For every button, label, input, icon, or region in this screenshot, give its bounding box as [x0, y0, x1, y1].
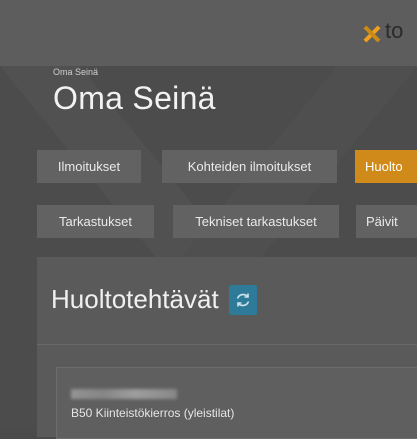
- card-title: Huoltotehtävät: [51, 284, 219, 314]
- top-header: to: [0, 0, 417, 66]
- page-title: Oma Seinä: [53, 80, 216, 116]
- task-name[interactable]: B50 Kiinteistökierros (yleistilat): [71, 406, 234, 420]
- tab-tarkastukset[interactable]: Tarkastukset: [37, 205, 154, 238]
- refresh-button[interactable]: [229, 285, 257, 315]
- logo-text[interactable]: to: [385, 20, 403, 42]
- tab-label: Ilmoitukset: [57, 159, 121, 174]
- tab-label: Tarkastukset: [59, 214, 132, 229]
- tab-label: Tekniset tarkastukset: [195, 214, 317, 229]
- tab-tekniset-tarkastukset[interactable]: Tekniset tarkastukset: [173, 205, 339, 238]
- blurred-task-identifier: [71, 389, 177, 399]
- refresh-icon: [236, 293, 250, 307]
- task-item[interactable]: [56, 367, 417, 439]
- breadcrumb[interactable]: Oma Seinä: [53, 67, 98, 77]
- tab-kohteiden-ilmoitukset[interactable]: Kohteiden ilmoitukset: [162, 150, 337, 183]
- tab-label: Huolto: [365, 159, 403, 174]
- logo-icon: [363, 25, 381, 43]
- tab-label: Kohteiden ilmoitukset: [187, 159, 312, 174]
- tab-label: Päivit: [366, 214, 398, 229]
- card-divider: [37, 344, 417, 345]
- tab-paivitykset[interactable]: Päivit: [356, 205, 417, 238]
- tab-ilmoitukset[interactable]: Ilmoitukset: [37, 150, 141, 183]
- tab-huolto[interactable]: Huolto: [355, 150, 417, 183]
